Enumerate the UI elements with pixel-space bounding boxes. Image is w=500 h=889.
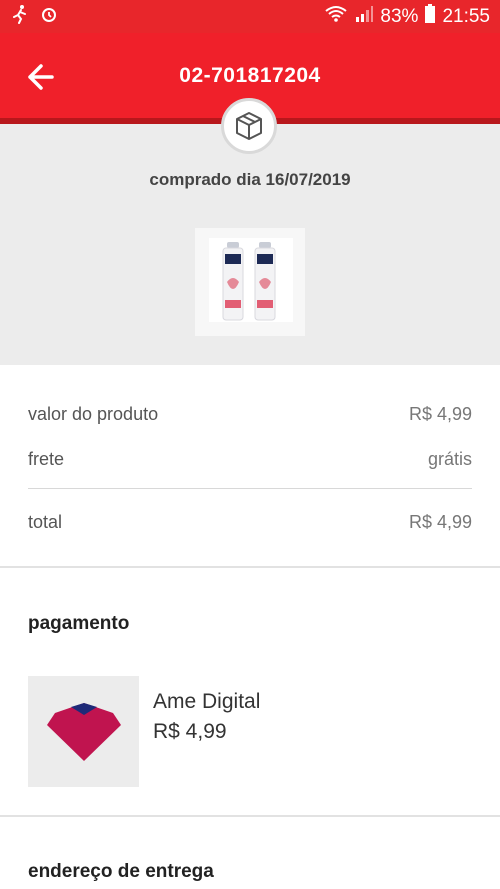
summary-label: valor do produto <box>28 404 159 424</box>
section-separator <box>0 815 500 817</box>
summary-row-shipping: frete grátis <box>28 449 472 470</box>
battery-percentage: 83% <box>380 5 419 27</box>
status-bar: 83% 21:55 <box>0 0 500 33</box>
deodorant-pack-image <box>209 238 293 322</box>
arrow-left-icon[interactable] <box>22 57 62 97</box>
section-separator <box>0 566 500 568</box>
payment-section-title: pagamento <box>28 613 130 634</box>
clock: 21:55 <box>442 5 490 27</box>
delivery-section-title: endereço de entrega <box>28 861 214 882</box>
divider <box>28 488 472 489</box>
wifi-icon <box>324 5 348 28</box>
summary-value: R$ 4,99 <box>408 404 472 424</box>
ame-digital-logo <box>28 676 139 787</box>
alarm-icon <box>40 5 58 28</box>
summary-label: total <box>28 512 63 532</box>
summary-value: R$ 4,99 <box>408 512 472 532</box>
payment-amount: R$ 4,99 <box>153 720 227 743</box>
signal-icon <box>354 5 374 28</box>
purchase-date: comprado dia 16/07/2019 <box>149 170 351 189</box>
summary-value: grátis <box>427 449 472 469</box>
summary-row-total: total R$ 4,99 <box>28 512 472 533</box>
payment-method-name: Ame Digital <box>153 690 261 713</box>
summary-row-product-value: valor do produto R$ 4,99 <box>28 404 472 425</box>
summary-label: frete <box>28 449 65 469</box>
battery-icon <box>424 4 436 29</box>
runner-icon <box>10 4 30 29</box>
order-number-title: 02-701817204 <box>179 63 321 87</box>
product-image-frame[interactable] <box>195 228 305 336</box>
package-box-icon <box>221 98 277 154</box>
